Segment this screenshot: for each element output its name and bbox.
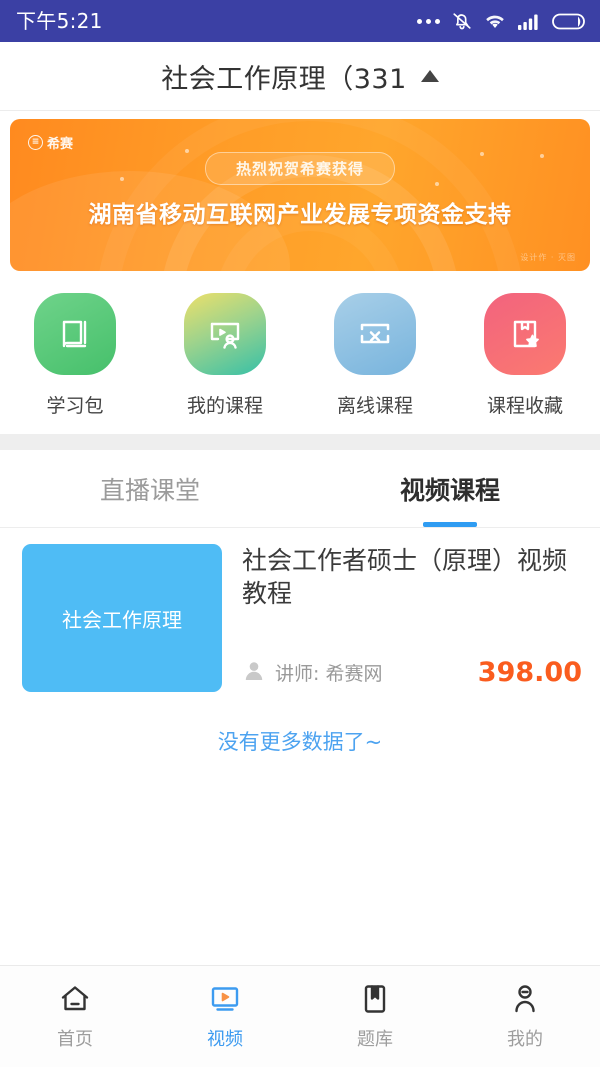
course-title: 社会工作者硕士（原理）视频教程 bbox=[242, 546, 568, 608]
course-meta-row: 讲师: 希赛网 398.00 bbox=[242, 657, 582, 692]
nav-item-question-bank[interactable]: 题库 bbox=[300, 982, 450, 1051]
book-icon bbox=[34, 293, 116, 375]
tab-label: 直播课堂 bbox=[99, 475, 200, 505]
person-icon bbox=[242, 659, 266, 687]
status-bar: 下午5:21 bbox=[0, 0, 600, 42]
course-thumbnail-text: 社会工作原理 bbox=[62, 607, 182, 632]
banner-section: ≡ 希赛 热烈祝贺希赛获得 湖南省移动互联网产业发展专项资金支持 设计作 · 灭… bbox=[0, 111, 600, 271]
banner-spark-decor bbox=[120, 177, 124, 181]
user-icon bbox=[508, 982, 542, 1016]
signal-icon bbox=[517, 12, 541, 31]
course-teacher: 讲师: 希赛网 bbox=[242, 659, 382, 687]
nav-label: 题库 bbox=[357, 1029, 393, 1050]
tab-label: 视频课程 bbox=[399, 475, 500, 505]
section-divider bbox=[0, 434, 600, 450]
video-icon bbox=[208, 982, 242, 1016]
tab-live-classroom[interactable]: 直播课堂 bbox=[0, 450, 300, 527]
nav-item-home[interactable]: 首页 bbox=[0, 982, 150, 1051]
course-teacher-name: 讲师: 希赛网 bbox=[275, 663, 383, 685]
nav-item-video[interactable]: 视频 bbox=[150, 982, 300, 1051]
status-time: 下午5:21 bbox=[16, 9, 103, 33]
course-list: 社会工作原理 社会工作者硕士（原理）视频教程 讲师: 希赛网 398.00 没有… bbox=[0, 528, 600, 756]
list-footer-text: 没有更多数据了~ bbox=[217, 730, 383, 754]
course-tabs: 直播课堂 视频课程 bbox=[0, 450, 600, 528]
course-card[interactable]: 社会工作原理 社会工作者硕士（原理）视频教程 讲师: 希赛网 398.00 bbox=[0, 528, 600, 704]
book-star-icon bbox=[484, 293, 566, 375]
screen-x-icon bbox=[334, 293, 416, 375]
quick-action-label: 课程收藏 bbox=[486, 395, 563, 417]
banner-watermark: 设计作 · 灭图 bbox=[520, 253, 576, 262]
quick-action-label: 学习包 bbox=[46, 395, 104, 417]
nav-label: 首页 bbox=[57, 1029, 93, 1050]
course-thumbnail[interactable]: 社会工作原理 bbox=[22, 544, 222, 692]
page-header[interactable]: 社会工作原理（331 bbox=[0, 42, 600, 111]
wifi-icon bbox=[484, 11, 506, 31]
caret-up-icon[interactable] bbox=[420, 70, 439, 82]
banner-logo: ≡ 希赛 bbox=[28, 133, 73, 152]
banner-spark-decor bbox=[435, 182, 439, 186]
banner-spark-decor bbox=[185, 149, 189, 153]
course-price: 398.00 bbox=[477, 657, 582, 688]
quick-action-favorites[interactable]: 课程收藏 bbox=[450, 293, 600, 418]
nav-label: 我的 bbox=[507, 1029, 543, 1050]
bookmark-icon bbox=[358, 982, 392, 1016]
banner-badge: 热烈祝贺希赛获得 bbox=[204, 152, 396, 185]
app-screen: 下午5:21 社会工作原理（331 ≡ 希赛 热烈祝贺希赛获得 湖南省移动互联网… bbox=[0, 0, 600, 1067]
more-dots-icon bbox=[417, 18, 440, 24]
course-details: 社会工作者硕士（原理）视频教程 讲师: 希赛网 398.00 bbox=[242, 544, 582, 692]
banner-spark-decor bbox=[540, 154, 544, 158]
nav-label: 视频 bbox=[207, 1029, 243, 1050]
promo-banner[interactable]: ≡ 希赛 热烈祝贺希赛获得 湖南省移动互联网产业发展专项资金支持 设计作 · 灭… bbox=[10, 119, 590, 271]
banner-headline: 湖南省移动互联网产业发展专项资金支持 bbox=[88, 202, 512, 228]
quick-action-study-pack[interactable]: 学习包 bbox=[0, 293, 150, 418]
page-title: 社会工作原理（331 bbox=[161, 63, 407, 95]
content-spacer bbox=[0, 756, 600, 965]
banner-logo-text: 希赛 bbox=[47, 137, 74, 152]
bottom-navigation: 首页 视频 题库 我的 bbox=[0, 965, 600, 1067]
mute-bell-icon bbox=[451, 10, 473, 32]
quick-action-label: 离线课程 bbox=[336, 395, 413, 417]
status-icon-group bbox=[417, 10, 586, 32]
tab-active-indicator bbox=[423, 522, 477, 527]
battery-icon bbox=[552, 12, 586, 31]
brand-mark-icon: ≡ bbox=[28, 135, 43, 150]
banner-spark-decor bbox=[480, 152, 484, 156]
quick-action-label: 我的课程 bbox=[186, 395, 263, 417]
home-icon bbox=[58, 982, 92, 1016]
quick-action-my-courses[interactable]: 我的课程 bbox=[150, 293, 300, 418]
video-person-icon bbox=[184, 293, 266, 375]
nav-item-profile[interactable]: 我的 bbox=[450, 982, 600, 1051]
tab-video-courses[interactable]: 视频课程 bbox=[300, 450, 600, 527]
quick-action-offline-courses[interactable]: 离线课程 bbox=[300, 293, 450, 418]
quick-actions-row: 学习包 我的课程 离线课程 课程收藏 bbox=[0, 271, 600, 434]
